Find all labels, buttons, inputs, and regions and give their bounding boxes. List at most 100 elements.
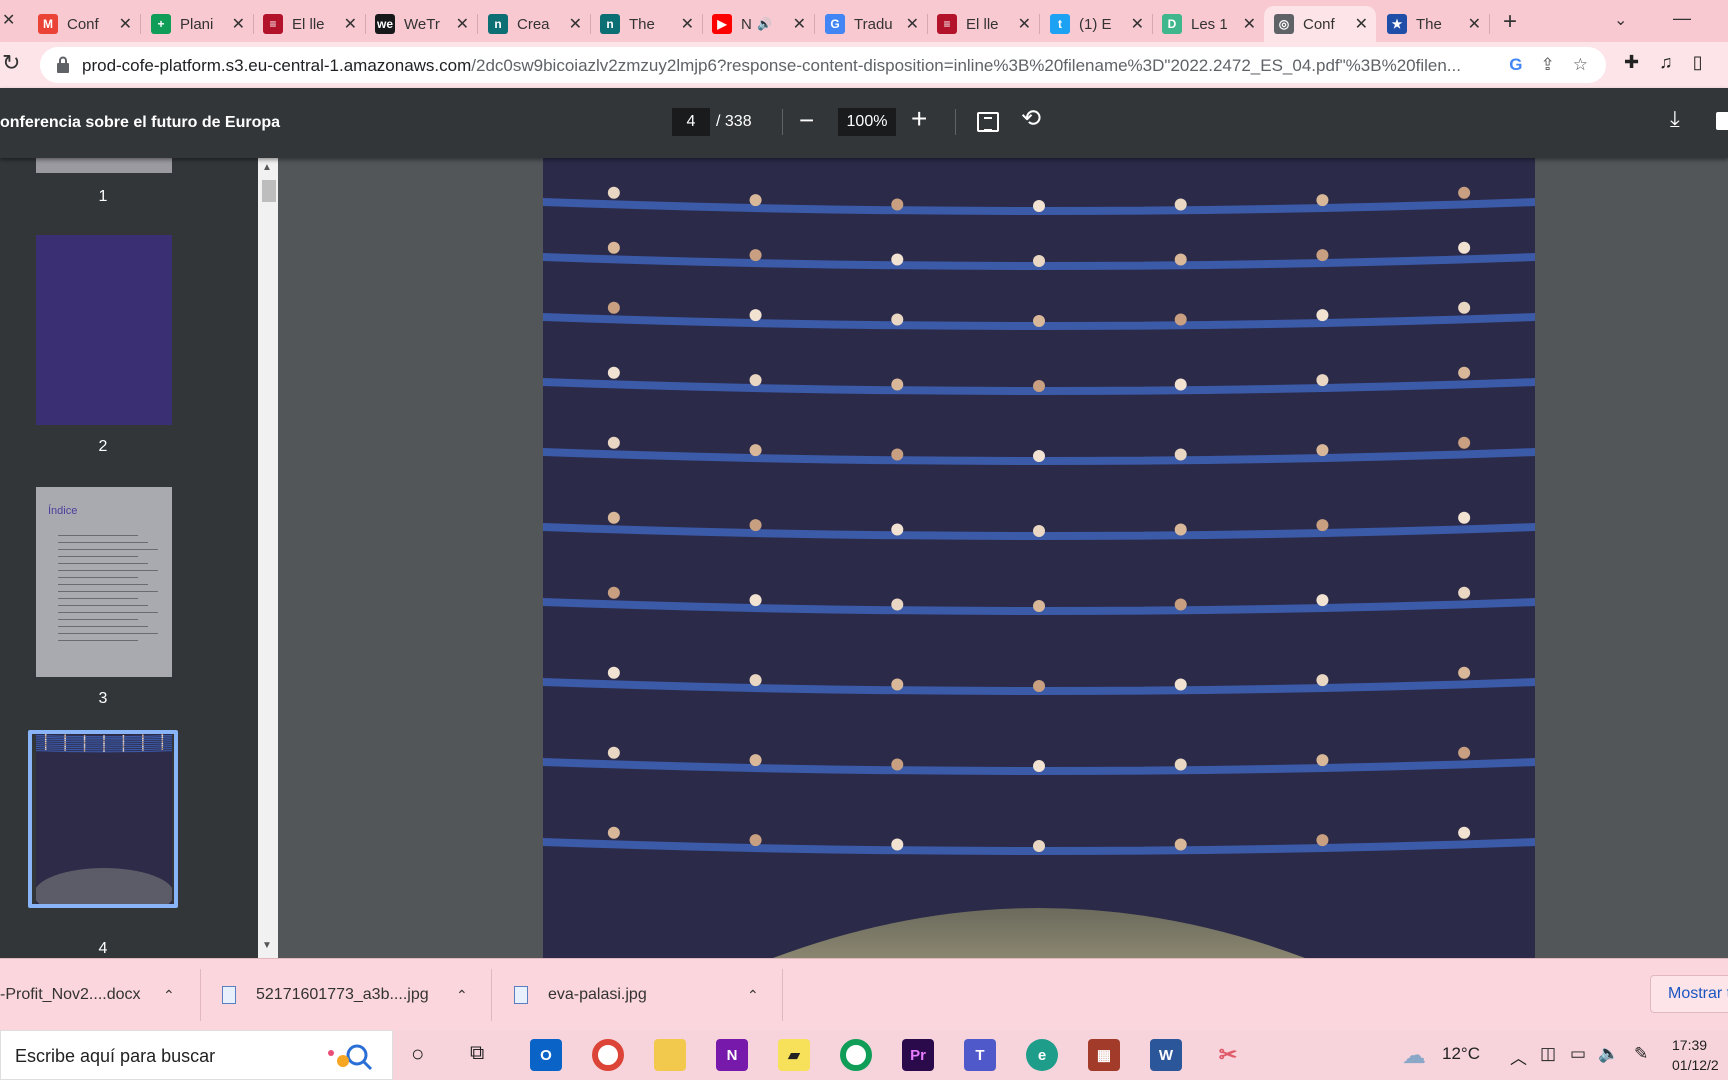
word-icon[interactable]: W [1150, 1039, 1182, 1071]
browser-tab[interactable]: n The ✕ [590, 6, 703, 42]
browser-tab[interactable]: ≡ El lle ✕ [253, 6, 366, 42]
chrome-profile-icon[interactable] [840, 1039, 872, 1071]
scroll-up-arrow-icon[interactable]: ▲ [262, 162, 272, 173]
page-thumbnail-4[interactable] [34, 733, 174, 920]
extensions-puzzle-icon[interactable]: ✚ [1624, 52, 1639, 73]
browser-tab[interactable]: n Crea ✕ [478, 6, 591, 42]
tab-close-icon[interactable]: ✕ [906, 14, 919, 34]
seated-person [1174, 448, 1187, 461]
bookmark-star-icon[interactable]: ☆ [1573, 55, 1588, 75]
google-lens-icon[interactable]: G [1509, 55, 1522, 75]
tab-close-partial[interactable]: ✕ [2, 10, 15, 30]
tab-audio-icon[interactable]: 🔊 [757, 17, 772, 31]
tab-close-icon[interactable]: ✕ [232, 14, 245, 34]
cortana-circle-icon[interactable]: ○ [411, 1041, 424, 1067]
edge-icon[interactable]: e [1026, 1039, 1058, 1071]
browser-tab[interactable]: ★ The ✕ [1377, 6, 1490, 42]
minimize-window-icon[interactable]: — [1673, 8, 1691, 29]
seated-person [83, 744, 86, 746]
download-icon[interactable]: ⤓ [1670, 106, 1680, 132]
teams-icon[interactable]: T [964, 1039, 996, 1071]
youtube-icon: ▶ [712, 14, 732, 34]
media-control-icon[interactable]: ♫ [1659, 52, 1673, 73]
browser-tab[interactable]: ◎ Conf ✕ [1264, 6, 1376, 42]
lock-icon[interactable] [56, 56, 70, 74]
seated-person [891, 758, 904, 771]
pdf-viewer-area[interactable] [278, 158, 1728, 958]
chevron-up-icon[interactable]: ⌃ [456, 987, 468, 1004]
browser-toolbar: ↻ prod-cofe-platform.s3.eu-central-1.ama… [0, 42, 1728, 88]
volume-icon[interactable]: 🔈 [1598, 1044, 1619, 1064]
meet-now-icon[interactable]: ◫ [1540, 1044, 1556, 1064]
tab-close-icon[interactable]: ✕ [793, 14, 806, 34]
sidebar-scrollbar-thumb[interactable] [262, 180, 276, 202]
taskbar-search-box[interactable]: Escribe aquí para buscar [0, 1030, 393, 1080]
download-item[interactable]: eva-palasi.jpg ⌃ [514, 959, 780, 1031]
browser-tab[interactable]: we WeTr ✕ [365, 6, 478, 42]
browser-tab[interactable]: + Plani ✕ [141, 6, 254, 42]
url-text[interactable]: prod-cofe-platform.s3.eu-central-1.amazo… [82, 56, 1522, 76]
sidebar-scrollbar[interactable] [258, 158, 278, 958]
tab-close-icon[interactable]: ✕ [1131, 14, 1144, 34]
address-bar[interactable]: prod-cofe-platform.s3.eu-central-1.amazo… [40, 47, 1606, 83]
seated-person [142, 747, 144, 750]
clock[interactable]: 17:39 01/12/2 [1672, 1035, 1719, 1075]
tab-close-icon[interactable]: ✕ [119, 14, 132, 34]
seated-person [44, 746, 47, 749]
page-number-input[interactable]: 4 [672, 108, 710, 136]
tab-close-icon[interactable]: ✕ [456, 14, 469, 34]
battery-icon[interactable]: ▭ [1570, 1044, 1586, 1064]
browser-tab[interactable]: D Les 1 ✕ [1152, 6, 1265, 42]
winrar-icon[interactable]: ▦ [1088, 1039, 1120, 1071]
task-view-icon[interactable]: ⧉ [470, 1042, 484, 1065]
tab-close-icon[interactable]: ✕ [344, 14, 357, 34]
chevron-up-icon[interactable]: ⌃ [747, 987, 759, 1004]
temperature[interactable]: 12°C [1442, 1044, 1480, 1064]
show-all-downloads-button[interactable]: Mostrar t [1650, 975, 1728, 1013]
download-item[interactable]: 52171601773_a3b....jpg ⌃ [222, 959, 488, 1031]
share-icon[interactable]: ⇪ [1541, 55, 1555, 75]
outlook-icon[interactable]: O [530, 1039, 562, 1071]
tab-close-icon[interactable]: ✕ [681, 14, 694, 34]
chevron-up-icon[interactable]: ⌃ [163, 987, 175, 1004]
zoom-in-icon[interactable]: + [911, 103, 927, 135]
fit-to-page-icon[interactable] [977, 112, 999, 132]
file-explorer-icon[interactable] [654, 1039, 686, 1071]
new-tab-button[interactable]: + [1503, 8, 1517, 36]
premiere-pro-icon[interactable]: Pr [902, 1039, 934, 1071]
seated-person [161, 734, 164, 737]
seated-person [749, 309, 762, 322]
page-thumbnail-1[interactable] [36, 158, 172, 173]
zoom-input[interactable]: 100% [838, 108, 896, 136]
browser-tab[interactable]: G Tradu ✕ [815, 6, 928, 42]
tab-close-icon[interactable]: ✕ [1243, 14, 1256, 34]
tab-close-icon[interactable]: ✕ [1355, 14, 1368, 34]
thumbnail-text-line [58, 619, 138, 620]
tab-close-icon[interactable]: ✕ [1468, 14, 1481, 34]
pen-icon[interactable]: ✎ [1634, 1044, 1648, 1064]
seated-person [103, 744, 105, 747]
tab-title: Crea [517, 15, 550, 33]
onenote-icon[interactable]: N [716, 1039, 748, 1071]
seated-person [44, 748, 47, 751]
scroll-down-arrow-icon[interactable]: ▼ [262, 940, 272, 951]
browser-tab[interactable]: M Conf ✕ [28, 6, 141, 42]
browser-tab[interactable]: t (1) E ✕ [1040, 6, 1153, 42]
tab-search-chevron-icon[interactable]: ⌄ [1614, 10, 1627, 30]
chrome-icon[interactable] [592, 1039, 624, 1071]
print-icon[interactable] [1716, 112, 1728, 130]
rotate-icon[interactable]: ⟲ [1021, 104, 1041, 133]
reload-icon[interactable]: ↻ [2, 50, 20, 76]
zoom-out-icon[interactable]: − [799, 105, 814, 136]
sticky-notes-icon[interactable]: ▰ [778, 1039, 810, 1071]
snipping-tool-icon[interactable]: ✂ [1212, 1039, 1244, 1071]
tab-close-icon[interactable]: ✕ [569, 14, 582, 34]
tab-close-icon[interactable]: ✕ [1018, 14, 1031, 34]
page-thumbnail-2[interactable] [36, 235, 172, 425]
side-panel-icon[interactable]: ▯ [1693, 52, 1703, 73]
tray-expand-chevron-icon[interactable]: ︿ [1510, 1044, 1527, 1069]
download-item[interactable]: -Profit_Nov2....docx ⌃ [0, 959, 196, 1031]
browser-tab[interactable]: ≡ El lle ✕ [927, 6, 1040, 42]
page-thumbnail-3[interactable]: Índice [36, 487, 172, 677]
browser-tab[interactable]: ▶ N 🔊 ✕ [702, 6, 815, 42]
